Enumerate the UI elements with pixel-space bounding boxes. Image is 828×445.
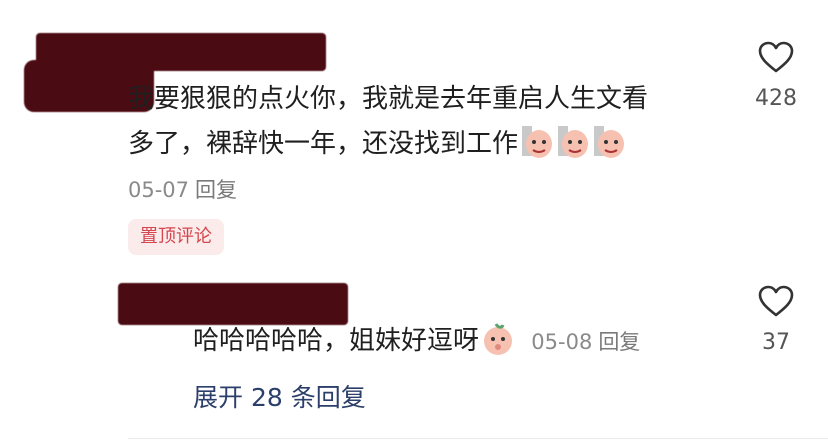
reply-date: 05-08	[531, 330, 593, 354]
reply-reply-button[interactable]: 回复	[598, 330, 640, 354]
expand-replies-link[interactable]: 展开 28 条回复	[193, 378, 366, 414]
reply-meta: 05-08 回复	[531, 330, 640, 354]
pinned-comment-badge: 置顶评论	[128, 219, 224, 255]
sweat-smile-emoji	[590, 126, 626, 159]
reply-like-count: 37	[762, 330, 790, 355]
comment-text-line2-text: 多了，裸辞快一年，还没找到工作	[128, 129, 519, 159]
heart-icon[interactable]	[757, 284, 795, 318]
comment-text-line2: 多了，裸辞快一年，还没找到工作	[128, 119, 626, 169]
comment-text-line1: 我要狠狠的点火你，我就是去年重启人生文看	[128, 84, 649, 114]
comment-reply-button[interactable]: 回复	[195, 178, 237, 202]
divider	[128, 438, 828, 439]
comment-like-count: 428	[755, 86, 797, 111]
comment-date: 05-07	[128, 178, 190, 202]
heart-icon[interactable]	[757, 40, 795, 74]
sweat-smile-emoji	[518, 126, 554, 159]
sweat-smile-emoji	[554, 126, 590, 159]
comment-meta: 05-07 回复	[128, 174, 237, 204]
reply-text-line: 哈哈哈哈哈，姐妹好逗呀 05-08 回复	[193, 316, 640, 367]
blush-emoji	[479, 323, 515, 356]
reply-text: 哈哈哈哈哈，姐妹好逗呀	[193, 326, 480, 356]
